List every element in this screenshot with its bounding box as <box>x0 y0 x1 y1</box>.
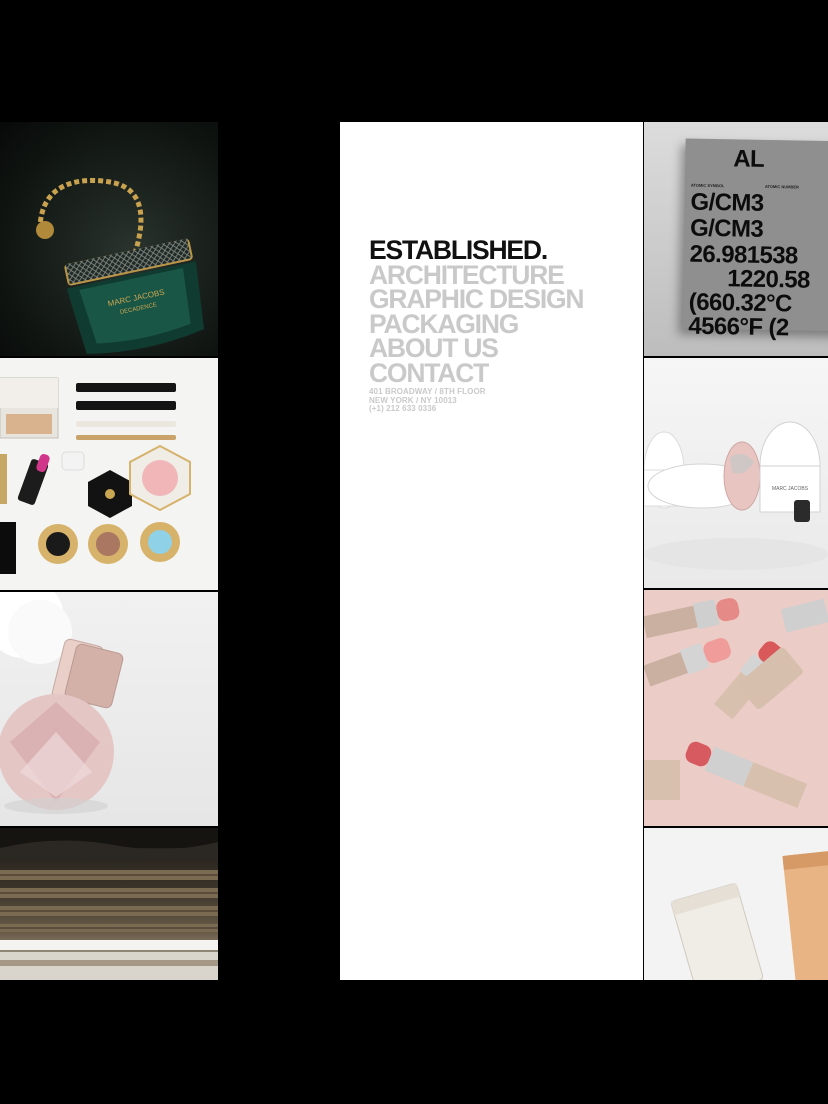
cosmetic-tubes-tile[interactable] <box>644 828 828 980</box>
makeup-flatlay-image <box>0 377 191 574</box>
mag-line-4: G/CM3 <box>689 214 764 243</box>
nav-about-us[interactable]: ABOUT US <box>369 335 583 361</box>
mag-line-1: AL <box>733 145 765 173</box>
lipsticks-tile[interactable] <box>644 590 828 826</box>
perfume-pompom-tile[interactable] <box>0 592 218 826</box>
store-interior-tile[interactable] <box>0 828 218 980</box>
nav-contact[interactable]: CONTACT <box>369 360 583 386</box>
main-nav: ESTABLISHED. ARCHITECTURE GRAPHIC DESIGN… <box>369 237 585 414</box>
decadence-perfume-image: MARC JACOBS DECADENCE <box>36 177 205 354</box>
store-interior-image <box>0 828 218 980</box>
compacts-tile[interactable]: MARC JACOBS <box>644 358 828 588</box>
lipsticks-image <box>644 598 828 809</box>
perfume-pompom-image <box>0 592 124 814</box>
mag-line-3: G/CM3 <box>690 188 764 217</box>
brand-text: MARC JACOBS <box>772 486 809 492</box>
periodic-magazine-tile[interactable]: ATOMIC SYMBOL ATOMIC NUMBER AL 13 G/CM3 … <box>644 122 828 356</box>
cosmetic-tubes-image <box>670 850 828 980</box>
address-block: 401 BROADWAY / 8TH FLOOR NEW YORK / NY 1… <box>369 387 583 414</box>
makeup-flatlay-tile[interactable] <box>0 358 218 590</box>
mag-line-8: 4566°F (2 <box>688 312 789 342</box>
nav-established[interactable]: ESTABLISHED. <box>369 237 583 263</box>
text-panel: ESTABLISHED. ARCHITECTURE GRAPHIC DESIGN… <box>340 122 643 980</box>
compacts-image: MARC JACOBS <box>644 421 828 570</box>
phone-number[interactable]: (+1) 212 633 0336 <box>369 404 583 414</box>
nav-graphic-design[interactable]: GRAPHIC DESIGN <box>369 286 585 312</box>
decadence-perfume-tile[interactable]: MARC JACOBS DECADENCE <box>0 122 218 356</box>
magazine-page: ATOMIC SYMBOL ATOMIC NUMBER AL 13 G/CM3 … <box>682 138 828 341</box>
